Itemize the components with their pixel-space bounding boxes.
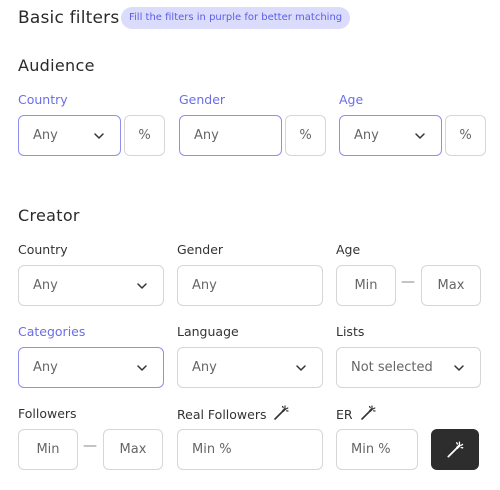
- audience-age-label: Age: [339, 92, 364, 107]
- creator-language-label: Language: [177, 324, 239, 339]
- audience-age-select[interactable]: Any: [339, 115, 442, 156]
- creator-lists-value: Not selected: [351, 360, 433, 375]
- magic-fill-button[interactable]: [431, 429, 479, 470]
- creator-real-followers-label-row: Real Followers: [177, 404, 290, 425]
- audience-country-value: Any: [33, 128, 58, 143]
- chevron-down-icon: [452, 361, 466, 375]
- creator-er-input[interactable]: Min %: [336, 429, 418, 470]
- creator-categories-label: Categories: [18, 324, 86, 339]
- chevron-down-icon: [294, 361, 308, 375]
- creator-categories-value: Any: [33, 360, 58, 375]
- hint-badge: Fill the filters in purple for better ma…: [121, 7, 351, 29]
- audience-gender-percent[interactable]: %: [285, 115, 326, 156]
- creator-age-min-input[interactable]: Min: [336, 265, 396, 306]
- audience-gender-label: Gender: [179, 92, 226, 107]
- chevron-down-icon: [135, 279, 149, 293]
- creator-language-value: Any: [192, 360, 217, 375]
- creator-categories-select[interactable]: Any: [18, 347, 164, 388]
- creator-country-value: Any: [33, 278, 58, 293]
- creator-gender-value: Any: [192, 278, 217, 293]
- audience-age-percent[interactable]: %: [445, 115, 486, 156]
- creator-er-label: ER: [336, 407, 353, 422]
- creator-er-label-row: ER: [336, 404, 377, 425]
- audience-age-value: Any: [354, 128, 379, 143]
- creator-age-label: Age: [336, 242, 361, 257]
- creator-followers-min-input[interactable]: Min: [18, 429, 78, 470]
- chevron-down-icon: [92, 129, 106, 143]
- chevron-down-icon: [135, 361, 149, 375]
- audience-gender-value: Any: [194, 128, 219, 143]
- audience-gender-input[interactable]: Any: [179, 115, 282, 156]
- magic-wand-icon: [445, 440, 465, 460]
- creator-er-value: Min %: [351, 442, 391, 457]
- audience-country-label: Country: [18, 92, 68, 107]
- audience-country-percent[interactable]: %: [124, 115, 165, 156]
- creator-age-max-input[interactable]: Max: [421, 265, 481, 306]
- creator-real-followers-value: Min %: [192, 442, 232, 457]
- creator-lists-select[interactable]: Not selected: [336, 347, 481, 388]
- creator-real-followers-input[interactable]: Min %: [177, 429, 323, 470]
- creator-heading: Creator: [18, 206, 80, 225]
- creator-followers-max-input[interactable]: Max: [103, 429, 163, 470]
- creator-gender-input[interactable]: Any: [177, 265, 323, 306]
- creator-country-select[interactable]: Any: [18, 265, 164, 306]
- creator-language-select[interactable]: Any: [177, 347, 323, 388]
- chevron-down-icon: [413, 129, 427, 143]
- page-title: Basic filters: [18, 8, 120, 28]
- creator-age-range-dash: —: [401, 274, 415, 290]
- creator-followers-range-dash: —: [83, 438, 97, 454]
- creator-followers-label: Followers: [18, 406, 77, 421]
- creator-real-followers-label: Real Followers: [177, 407, 267, 422]
- creator-gender-label: Gender: [177, 242, 224, 257]
- creator-country-label: Country: [18, 242, 68, 257]
- creator-lists-label: Lists: [336, 324, 365, 339]
- audience-country-select[interactable]: Any: [18, 115, 121, 156]
- magic-wand-icon: [272, 404, 290, 425]
- magic-wand-icon: [359, 404, 377, 425]
- audience-heading: Audience: [18, 56, 95, 75]
